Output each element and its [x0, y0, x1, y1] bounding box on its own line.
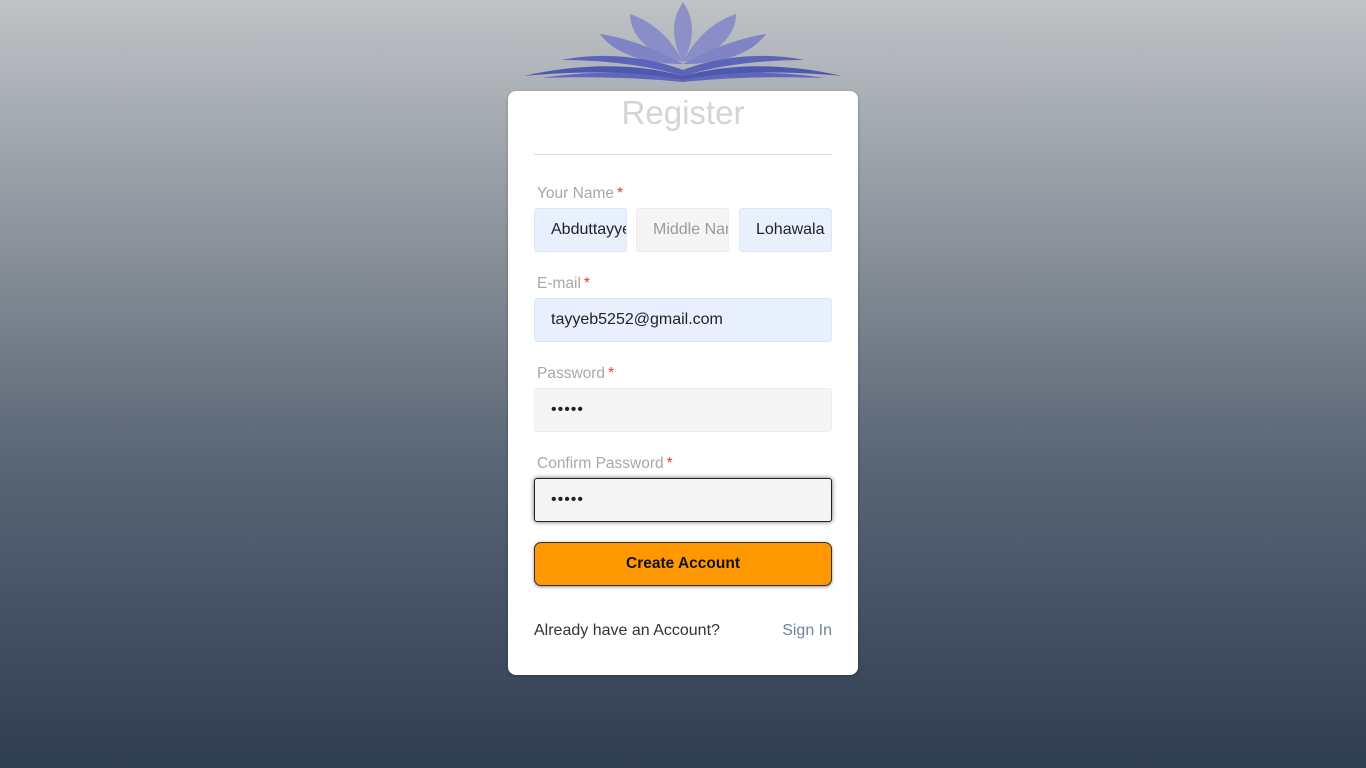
name-label: Your Name * — [537, 184, 623, 204]
first-name-input[interactable]: Abduttayyeb — [534, 208, 627, 252]
already-have-account-text: Already have an Account? — [534, 622, 720, 639]
title-divider — [534, 154, 832, 155]
required-marker: * — [616, 185, 624, 202]
required-marker: * — [583, 275, 590, 292]
required-marker: * — [666, 455, 673, 472]
create-account-button[interactable]: Create Account — [534, 542, 832, 586]
confirm-password-label-text: Confirm Password — [537, 455, 664, 472]
register-card: Register Your Name* Abduttayyeb Middle N… — [508, 91, 858, 675]
middle-name-input[interactable]: Middle Name — [636, 208, 729, 252]
book-lotus-logo — [524, 2, 842, 82]
last-name-input[interactable]: Lohawala — [739, 208, 832, 252]
password-label: Password * — [537, 364, 614, 384]
name-label-text: Your Name — [537, 185, 614, 202]
required-marker: * — [608, 365, 615, 382]
page-title: Register — [621, 94, 745, 131]
password-input[interactable]: ••••• — [534, 388, 832, 432]
sign-in-link[interactable]: Sign In — [782, 622, 832, 640]
confirm-password-input[interactable]: ••••• — [534, 478, 832, 522]
email-input[interactable]: tayyeb5252@gmail.com — [534, 298, 832, 342]
confirm-password-label: Confirm Password * — [537, 454, 673, 474]
email-label: E-mail * — [537, 274, 590, 294]
email-label-text: E-mail — [537, 275, 581, 292]
password-label-text: Password — [537, 365, 606, 382]
